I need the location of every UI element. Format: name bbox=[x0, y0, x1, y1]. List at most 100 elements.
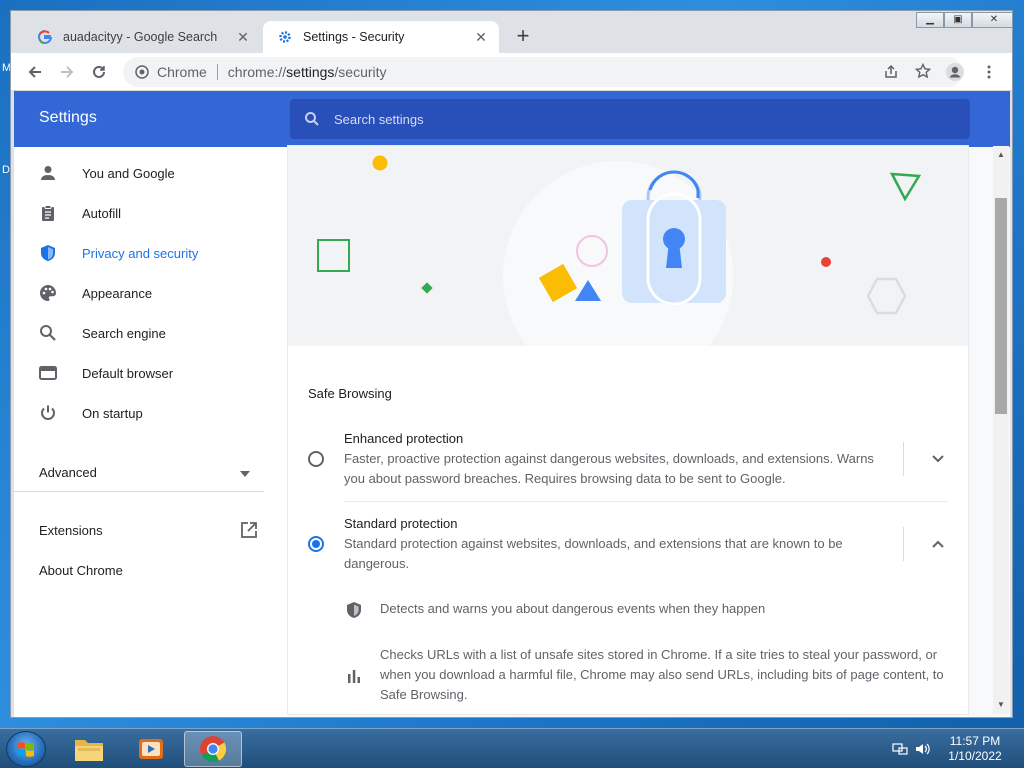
palette-icon bbox=[38, 283, 58, 303]
window-close-button[interactable]: ✕ bbox=[972, 12, 1012, 28]
clipboard-icon bbox=[38, 203, 58, 223]
url-path: /security bbox=[334, 64, 387, 80]
sidebar-divider bbox=[14, 491, 264, 492]
open-in-new-icon[interactable] bbox=[240, 521, 258, 544]
arrow-right-icon bbox=[61, 66, 74, 78]
sidebar-item-privacy-and-security[interactable]: Privacy and security bbox=[14, 233, 264, 273]
scroll-down-arrow-icon[interactable]: ▼ bbox=[996, 700, 1006, 710]
option-divider bbox=[903, 442, 904, 476]
sidebar-item-label: Appearance bbox=[82, 285, 153, 301]
omnibox-divider bbox=[216, 64, 218, 80]
address-bar[interactable]: Chrome chrome://settings/security bbox=[123, 57, 963, 87]
windows-logo-icon bbox=[17, 742, 34, 757]
caret-down-icon bbox=[240, 465, 250, 480]
sidebar-item-appearance[interactable]: Appearance bbox=[14, 273, 264, 313]
page-scrollbar[interactable]: ▲ ▼ bbox=[993, 146, 1009, 714]
tab-title: auadacityy - Google Search bbox=[63, 30, 218, 44]
url-host: settings bbox=[286, 64, 335, 80]
profile-button[interactable] bbox=[943, 60, 967, 84]
close-icon[interactable]: ✕ bbox=[473, 29, 489, 46]
chrome-icon bbox=[200, 736, 227, 763]
search-placeholder: Search settings bbox=[334, 111, 424, 127]
arrow-left-icon bbox=[28, 66, 41, 78]
minimize-button[interactable]: ▁ bbox=[916, 12, 944, 28]
url-scheme: chrome:// bbox=[227, 64, 287, 80]
clock-date: 1/10/2022 bbox=[948, 749, 1002, 763]
sidebar-item-label: Privacy and security bbox=[82, 245, 199, 261]
settings-header: Settings Search settings bbox=[14, 91, 1010, 147]
sidebar-item-autofill[interactable]: Autofill bbox=[14, 193, 264, 233]
back-button[interactable] bbox=[23, 60, 47, 84]
sidebar-item-label: You and Google bbox=[82, 165, 175, 181]
google-g-icon bbox=[37, 29, 53, 45]
scrollbar-thumb[interactable] bbox=[995, 198, 1007, 414]
sidebar-item-about-chrome[interactable]: About Chrome bbox=[39, 563, 123, 578]
bookmark-star-icon[interactable] bbox=[914, 62, 932, 82]
chrome-site-icon bbox=[135, 65, 149, 79]
avatar-icon bbox=[946, 63, 964, 81]
browser-window-icon bbox=[38, 363, 58, 383]
power-icon bbox=[38, 403, 58, 423]
windows-taskbar: 11:57 PM 1/10/2022 bbox=[0, 728, 1024, 768]
shield-icon bbox=[38, 243, 58, 263]
sidebar-advanced-label: Advanced bbox=[39, 464, 97, 480]
forward-button[interactable] bbox=[55, 60, 79, 84]
option-divider bbox=[903, 527, 904, 561]
clock-time: 11:57 PM bbox=[949, 734, 1001, 748]
enhanced-protection-radio[interactable] bbox=[308, 451, 324, 467]
search-icon bbox=[38, 323, 58, 343]
more-vert-icon bbox=[987, 65, 991, 79]
chevron-down-icon[interactable] bbox=[928, 449, 948, 469]
shield-icon bbox=[344, 600, 364, 620]
url-text: chrome://settings/security bbox=[228, 64, 387, 80]
sidebar-item-label: On startup bbox=[82, 405, 143, 421]
sidebar-item-you-and-google[interactable]: You and Google bbox=[14, 153, 264, 193]
sidebar-item-search-engine[interactable]: Search engine bbox=[14, 313, 264, 353]
sidebar-item-on-startup[interactable]: On startup bbox=[14, 393, 264, 433]
reload-icon bbox=[93, 65, 105, 78]
share-icon[interactable] bbox=[883, 64, 899, 83]
taskbar-media-player-button[interactable] bbox=[122, 731, 180, 767]
menu-button[interactable] bbox=[977, 60, 1001, 84]
security-card: Safe Browsing Enhanced protection Faster… bbox=[288, 146, 968, 714]
tab-google-search[interactable]: auadacityy - Google Search ✕ bbox=[23, 21, 261, 53]
reload-button[interactable] bbox=[87, 60, 111, 84]
search-icon bbox=[304, 111, 320, 127]
start-button[interactable] bbox=[6, 731, 46, 767]
detail-text: Checks URLs with a list of unsafe sites … bbox=[380, 647, 944, 702]
network-icon[interactable] bbox=[892, 741, 908, 757]
maximize-button[interactable]: ▣ bbox=[944, 12, 972, 28]
sidebar-item-default-browser[interactable]: Default browser bbox=[14, 353, 264, 393]
browser-toolbar: Chrome chrome://settings/security bbox=[11, 53, 1012, 91]
bar-chart-icon bbox=[344, 666, 364, 686]
new-tab-button[interactable]: + bbox=[511, 25, 535, 49]
volume-icon[interactable] bbox=[914, 741, 930, 757]
sidebar-advanced-toggle[interactable]: Advanced bbox=[14, 452, 264, 492]
window-controls: ▁ ▣ ✕ bbox=[916, 12, 1012, 28]
enhanced-protection-description: Faster, proactive protection against dan… bbox=[344, 451, 874, 486]
chevron-up-icon[interactable] bbox=[928, 534, 948, 554]
security-illustration bbox=[288, 146, 968, 391]
taskbar-chrome-button[interactable] bbox=[184, 731, 242, 767]
sidebar-item-label: Search engine bbox=[82, 325, 166, 341]
desktop-icon-label: D bbox=[2, 164, 10, 176]
detail-text: Detects and warns you about dangerous ev… bbox=[380, 601, 766, 616]
close-icon[interactable]: ✕ bbox=[235, 29, 251, 46]
system-clock[interactable]: 11:57 PM 1/10/2022 bbox=[940, 734, 1010, 764]
sidebar-item-extensions[interactable]: Extensions bbox=[39, 523, 103, 538]
scroll-up-arrow-icon[interactable]: ▲ bbox=[996, 150, 1006, 160]
tab-settings-security[interactable]: Settings - Security ✕ bbox=[263, 21, 499, 53]
enhanced-protection-title: Enhanced protection bbox=[344, 431, 464, 446]
folder-icon bbox=[75, 740, 103, 761]
standard-protection-radio[interactable] bbox=[308, 536, 324, 552]
person-icon bbox=[38, 163, 58, 183]
standard-protection-title: Standard protection bbox=[344, 516, 458, 531]
search-settings-input[interactable]: Search settings bbox=[290, 99, 970, 139]
site-chip: Chrome bbox=[157, 64, 207, 80]
option-separator bbox=[344, 501, 948, 502]
standard-protection-description: Standard protection against websites, do… bbox=[344, 536, 843, 571]
taskbar-explorer-button[interactable] bbox=[60, 731, 118, 767]
settings-sidebar: You and Google Autofill Privacy and secu… bbox=[14, 147, 288, 717]
safe-browsing-heading: Safe Browsing bbox=[308, 386, 392, 401]
tab-title: Settings - Security bbox=[303, 30, 405, 44]
